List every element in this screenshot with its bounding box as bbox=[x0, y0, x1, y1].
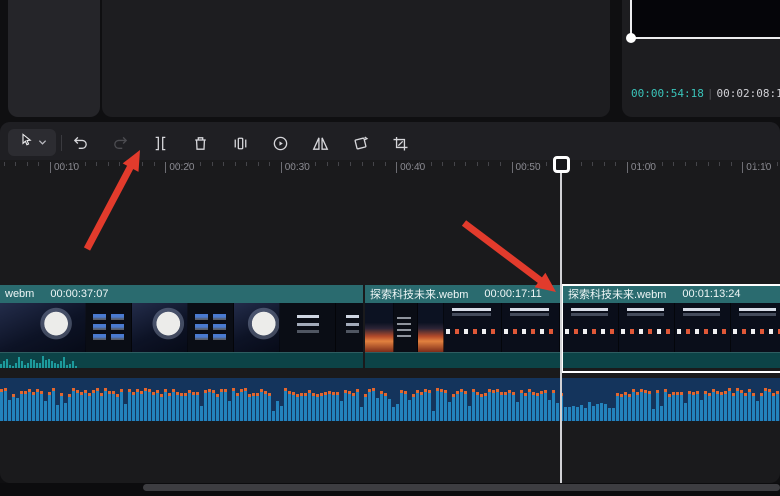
timecode-total: 00:02:08:12 bbox=[716, 87, 780, 100]
clip-label-bar: 探索科技未来.webm 00:01:13:24 bbox=[563, 285, 780, 303]
player-timecode: 00:00:54:18|00:02:08:12 bbox=[631, 87, 780, 100]
thumbnail-slide bbox=[86, 303, 132, 352]
undo-button[interactable] bbox=[66, 129, 94, 157]
freeze-frame-icon bbox=[230, 133, 251, 154]
clip-audio-waveform bbox=[0, 353, 78, 368]
thumbnail-moon bbox=[0, 303, 86, 352]
cursor-icon bbox=[17, 131, 35, 154]
split-icon bbox=[150, 133, 171, 154]
crop-button[interactable] bbox=[386, 129, 414, 157]
video-editor-window: 00:00:54:18|00:02:08:12 00:1000 bbox=[0, 0, 780, 496]
thumbnail-sunset bbox=[418, 303, 444, 352]
thumbnail-slide bbox=[188, 303, 234, 352]
timeline-ruler[interactable]: 00:1000:2000:3000:4000:5001:0001:10 bbox=[0, 160, 780, 182]
chevron-down-icon bbox=[38, 134, 47, 152]
thumbnail-slide bbox=[444, 303, 502, 352]
thumbnail-slide bbox=[280, 303, 336, 352]
preview-panel bbox=[102, 0, 610, 117]
player-viewport bbox=[632, 0, 780, 37]
toolbar-divider bbox=[61, 135, 62, 151]
thumbnail-slide bbox=[336, 303, 363, 352]
clip-name: 探索科技未来.webm bbox=[370, 286, 468, 302]
clip-duration: 00:00:37:07 bbox=[50, 288, 108, 300]
undo-icon bbox=[70, 133, 91, 154]
media-panel bbox=[8, 0, 100, 117]
clip-label-bar: webm 00:00:37:07 bbox=[0, 285, 363, 303]
select-tool-button[interactable] bbox=[8, 129, 56, 156]
timeline-clip-2[interactable]: 探索科技未来.webm 00:00:17:11 bbox=[365, 285, 561, 368]
rotate-button[interactable] bbox=[346, 129, 374, 157]
clip-name: 探索科技未来.webm bbox=[568, 286, 666, 302]
split-button[interactable] bbox=[146, 129, 174, 157]
redo-icon bbox=[110, 133, 131, 154]
thumbnail-sunset bbox=[365, 303, 394, 352]
clip-audio-strip bbox=[365, 352, 561, 368]
timecode-separator: | bbox=[704, 87, 717, 100]
thumbnail-slide bbox=[394, 303, 418, 352]
thumbnail-slide bbox=[502, 303, 560, 352]
freeze-frame-button[interactable] bbox=[226, 129, 254, 157]
reverse-button[interactable] bbox=[266, 129, 294, 157]
rotate-icon bbox=[350, 133, 371, 154]
thumbnail-moon bbox=[132, 303, 188, 352]
clip-audio-strip bbox=[0, 352, 363, 368]
thumbnail-slide bbox=[563, 303, 619, 352]
audio-track[interactable] bbox=[0, 378, 780, 421]
thumbnail-slide bbox=[675, 303, 731, 352]
crop-icon bbox=[390, 133, 411, 154]
playhead-line[interactable] bbox=[560, 168, 562, 483]
mirror-button[interactable] bbox=[306, 129, 334, 157]
thumbnail-moon bbox=[234, 303, 280, 352]
clip-thumbnails bbox=[0, 303, 363, 352]
playhead-handle[interactable] bbox=[553, 156, 570, 173]
thumbnail-slide bbox=[619, 303, 675, 352]
clip-name: webm bbox=[5, 288, 34, 300]
trash-icon bbox=[190, 133, 211, 154]
redo-button[interactable] bbox=[106, 129, 134, 157]
clip-duration: 00:00:17:11 bbox=[484, 288, 541, 300]
clip-thumbnails bbox=[365, 303, 561, 352]
viewport-edge-horizontal bbox=[630, 37, 780, 39]
reverse-play-icon bbox=[270, 133, 291, 154]
clip-audio-strip bbox=[563, 352, 780, 368]
delete-button[interactable] bbox=[186, 129, 214, 157]
viewport-corner-handle[interactable] bbox=[626, 33, 636, 43]
timecode-current: 00:00:54:18 bbox=[631, 87, 704, 100]
thumbnail-slide bbox=[731, 303, 780, 352]
clip-label-bar: 探索科技未来.webm 00:00:17:11 bbox=[365, 285, 561, 303]
timeline-clip-3-selected[interactable]: 探索科技未来.webm 00:01:13:24 bbox=[563, 285, 780, 368]
horizontal-scrollbar[interactable] bbox=[143, 484, 780, 491]
clip-thumbnails bbox=[563, 303, 780, 352]
mirror-icon bbox=[310, 133, 331, 154]
timeline-clip-1[interactable]: webm 00:00:37:07 bbox=[0, 285, 363, 368]
clip-duration: 00:01:13:24 bbox=[682, 288, 740, 300]
